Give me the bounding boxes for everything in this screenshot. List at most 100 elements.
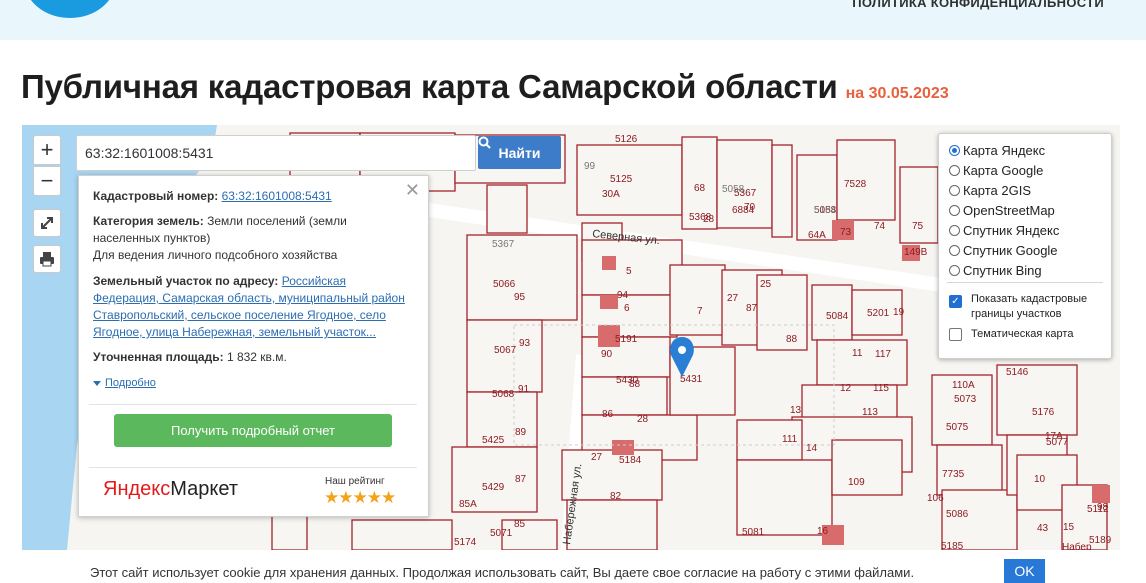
plot-number-label: 110А <box>952 380 975 391</box>
plot-number-label: 68 <box>694 183 706 194</box>
cookie-ok-button[interactable]: OK <box>1004 559 1045 583</box>
chevron-down-icon <box>93 380 101 386</box>
cadastral-search-input[interactable] <box>76 135 476 171</box>
layer-option[interactable]: Спутник Bing <box>949 263 1042 278</box>
thematic-map-checkbox[interactable] <box>949 328 962 341</box>
plot-boundary[interactable] <box>796 154 838 241</box>
zoom-out-button[interactable]: − <box>33 166 61 196</box>
show-borders-checkbox[interactable]: ✓ <box>949 295 962 308</box>
plot-number-label: 5071 <box>490 528 513 539</box>
layer-option-label: Спутник Google <box>963 243 1058 258</box>
plot-number-label: 149В <box>904 247 928 258</box>
zoom-in-button[interactable]: + <box>33 135 61 165</box>
plot-number-label: 95 <box>514 292 526 303</box>
plot-number-label: 5191 <box>615 334 638 345</box>
area-label: Уточненная площадь: <box>93 350 224 364</box>
plot-number-label: 13 <box>790 405 802 416</box>
search-icon <box>478 136 491 149</box>
plot-number-label: 5067 <box>494 345 517 356</box>
land-category-label: Категория земель: <box>93 214 204 228</box>
plot-number-label: 115 <box>873 383 889 394</box>
divider <box>89 467 417 468</box>
plot-number-label: 15 <box>1063 522 1075 533</box>
layer-option-label: Карта Яндекс <box>963 143 1046 158</box>
layer-option[interactable]: OpenStreetMap <box>949 203 1055 218</box>
radio-button[interactable] <box>949 165 960 176</box>
radio-button[interactable] <box>949 205 960 216</box>
plot-number-label: 7735 <box>942 469 965 480</box>
radio-button[interactable] <box>949 145 960 156</box>
radio-button[interactable] <box>949 245 960 256</box>
plot-number-label: 73 <box>840 227 852 238</box>
plot-number-label: 11 <box>852 348 863 359</box>
plot-number-label: 5184 <box>619 455 642 466</box>
plot-number-label: 109 <box>848 477 865 488</box>
get-report-button[interactable]: Получить подробный отчет <box>114 414 392 447</box>
plot-boundary[interactable] <box>466 234 578 321</box>
plot-boundary[interactable] <box>566 499 658 550</box>
plot-number-label: 5125 <box>610 174 633 185</box>
plot-boundary[interactable] <box>581 239 683 296</box>
radio-button[interactable] <box>949 265 960 276</box>
radio-button[interactable] <box>949 225 960 236</box>
plot-number-label: 91 <box>518 384 530 395</box>
cadastral-number-link[interactable]: 63:32:1601008:5431 <box>222 189 332 203</box>
plot-boundary[interactable] <box>486 184 528 234</box>
layer-option-label: Спутник Bing <box>963 263 1042 278</box>
plot-number-label: 88 <box>629 379 641 390</box>
privacy-policy-link[interactable]: ПОЛИТИКА КОНФИДЕНЦИАЛЬНОСТИ <box>852 0 1104 10</box>
layer-option[interactable]: Спутник Google <box>949 243 1058 258</box>
layer-option[interactable]: Карта Яндекс <box>949 143 1045 158</box>
layer-option-label: Спутник Яндекс <box>963 223 1060 238</box>
plot-number-label: 16 <box>817 526 829 537</box>
plot-number-label: 5184 <box>814 205 837 216</box>
plot-number-label: 27 <box>591 452 603 463</box>
print-button[interactable] <box>33 245 61 273</box>
rating-stars-icon: ★★★★★ <box>324 488 396 507</box>
find-button[interactable]: Найти <box>478 136 561 169</box>
yandex-market-logo[interactable]: ЯндексМаркет <box>103 478 238 501</box>
plot-boundary[interactable] <box>831 439 903 496</box>
address-label: Земельный участок по адресу: <box>93 274 279 288</box>
plot-boundary[interactable] <box>736 459 833 536</box>
plot-boundary[interactable] <box>351 519 453 550</box>
plot-number-label: 17А <box>1045 431 1063 442</box>
plot-boundary[interactable] <box>771 144 793 238</box>
plot-number-label: 5066 <box>493 279 516 290</box>
plot-number-label: 7528 <box>844 179 867 190</box>
plot-number-label: 5058 <box>722 184 745 195</box>
area-value: 1 832 кв.м. <box>226 350 287 364</box>
land-category-row: Категория земель: Земли поселений (земли… <box>93 213 415 247</box>
top-bar: ПОЛИТИКА КОНФИДЕНЦИАЛЬНОСТИ <box>0 0 1146 40</box>
plot-number-label: 74 <box>874 221 886 232</box>
plot-number-label: 6 <box>624 303 630 314</box>
plot-number-label: 82 <box>610 491 622 502</box>
cookie-banner: Этот сайт использует cookie для хранения… <box>0 550 1146 583</box>
cadastral-number-label: Кадастровый номер: <box>93 189 219 203</box>
building <box>602 256 616 270</box>
layer-option[interactable]: Карта 2GIS <box>949 183 1031 198</box>
plot-number-label: 85 <box>514 519 526 530</box>
plot-number-label: 5429 <box>482 482 505 493</box>
plot-number-label: 10 <box>1034 474 1046 485</box>
plot-number-label: 5086 <box>946 509 969 520</box>
page-title: Публичная кадастровая карта Самарской об… <box>21 68 838 105</box>
plot-number-label: 75 <box>912 221 924 232</box>
plot-number-label: 88 <box>786 334 798 345</box>
divider <box>89 404 417 405</box>
plot-boundary[interactable] <box>581 294 678 338</box>
page-date: на 30.05.2023 <box>845 85 949 102</box>
site-logo[interactable] <box>24 0 116 18</box>
plot-number-label: 43 <box>1037 523 1049 534</box>
cadastral-map[interactable]: Северная ул. Набережная ул. 5126 5125 30А 6… <box>22 125 1120 550</box>
layer-option[interactable]: Карта Google <box>949 163 1043 178</box>
details-toggle[interactable]: Подробно <box>93 377 156 389</box>
plot-number-label: 5126 <box>615 134 638 145</box>
plot-boundary[interactable] <box>816 339 908 386</box>
layer-option[interactable]: Спутник Яндекс <box>949 223 1059 238</box>
building <box>1092 485 1110 503</box>
plot-boundary[interactable] <box>466 319 543 393</box>
radio-button[interactable] <box>949 185 960 196</box>
plot-number-label: 25 <box>760 279 772 290</box>
fullscreen-button[interactable] <box>33 209 61 237</box>
